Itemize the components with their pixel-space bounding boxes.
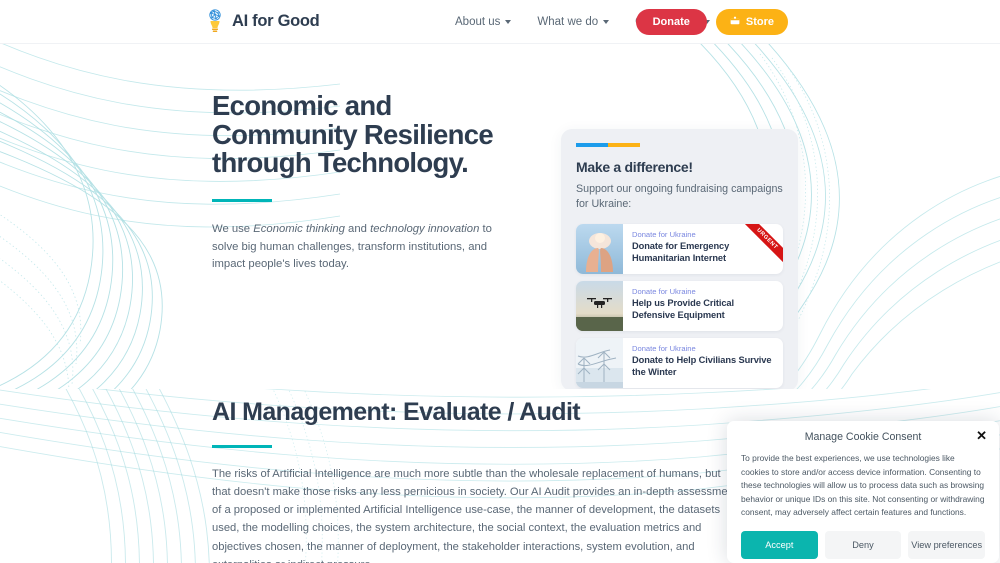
- chevron-down-icon: [603, 20, 610, 24]
- hero-paragraph-emphasis: Economic thinking: [253, 223, 345, 236]
- hero-accent-rule: [212, 198, 272, 203]
- donation-title: Help us Provide Critical Defensive Equip…: [632, 297, 734, 320]
- nav-item-what-we-do[interactable]: What we do: [537, 16, 610, 28]
- frozen-power-lines-photo: [576, 337, 623, 388]
- donate-button[interactable]: Donate: [635, 9, 707, 35]
- accent-segment-blue: [576, 143, 608, 147]
- hero-text-block: Economic and Community Resilience throug…: [212, 90, 512, 274]
- section2-paragraph: The risks of Artificial Intelligence are…: [212, 468, 737, 563]
- accent-segment-orange: [608, 143, 640, 147]
- donation-title: Donate for Emergency Humanitarian Intern…: [632, 240, 730, 263]
- hero-paragraph-part: We use: [212, 223, 254, 236]
- view-preferences-button[interactable]: View preferences: [908, 531, 986, 560]
- drone-over-field-photo: [576, 280, 623, 331]
- donate-card-subtitle: Support our ongoing fundraising campaign…: [576, 182, 783, 210]
- donate-card-title: Make a difference!: [576, 158, 693, 175]
- donation-item-body: Donate for Ukraine Help us Provide Criti…: [623, 281, 783, 331]
- store-button[interactable]: Store: [715, 9, 788, 35]
- cookie-title: Manage Cookie Consent: [804, 431, 922, 443]
- cookie-body-text: To provide the best experiences, we use …: [741, 453, 985, 518]
- hero-section: Economic and Community Resilience throug…: [0, 44, 1000, 389]
- header-actions: Donate Store: [635, 0, 788, 44]
- cookie-actions: Accept Deny View preferences: [741, 531, 986, 560]
- chevron-down-icon: [505, 20, 512, 24]
- nav-item-about-us[interactable]: About us: [455, 16, 512, 28]
- hero-heading: Economic and Community Resilience throug…: [212, 90, 494, 179]
- nav-label: What we do: [537, 16, 599, 28]
- card-accent-bar: [576, 143, 640, 147]
- close-icon[interactable]: ✕: [976, 429, 987, 442]
- section2-content: AI Management: Evaluate / Audit The risk…: [212, 398, 742, 563]
- donation-item-body: Donate for Ukraine Donate to Help Civili…: [623, 338, 783, 388]
- lightbulb-brain-icon: [205, 8, 225, 34]
- donation-kicker: Donate for Ukraine: [632, 343, 696, 353]
- section2-accent-rule: [212, 444, 272, 448]
- logo-text: AI for Good: [232, 11, 320, 30]
- donation-kicker: Donate for Ukraine: [632, 286, 696, 296]
- store-icon: [730, 16, 740, 28]
- donate-card: Make a difference! Support our ongoing f…: [561, 129, 798, 389]
- donation-list: Donate for Ukraine Donate for Emergency …: [576, 223, 783, 388]
- section2-heading: AI Management: Evaluate / Audit: [212, 398, 581, 426]
- site-header: AI for Good About us What we do Get invo…: [0, 0, 1000, 44]
- site-logo[interactable]: AI for Good: [205, 8, 320, 34]
- hero-paragraph-emphasis: technology innovation: [370, 223, 480, 236]
- donation-item[interactable]: Donate for Ukraine Donate for Emergency …: [576, 223, 783, 274]
- hands-holding-light-photo: [576, 223, 623, 274]
- page-root: AI for Good About us What we do Get invo…: [0, 0, 1000, 563]
- store-label: Store: [745, 16, 774, 28]
- hero-paragraph: We use Economic thinking and technology …: [212, 221, 512, 274]
- donation-kicker: Donate for Ukraine: [632, 229, 696, 239]
- hero-paragraph-part: and: [344, 223, 371, 236]
- donation-item[interactable]: Donate for Ukraine Help us Provide Criti…: [576, 280, 783, 331]
- donation-item[interactable]: Donate for Ukraine Donate to Help Civili…: [576, 337, 783, 388]
- donation-title: Donate to Help Civilians Survive the Win…: [632, 354, 772, 377]
- accept-button[interactable]: Accept: [741, 531, 818, 560]
- deny-button[interactable]: Deny: [824, 531, 902, 560]
- nav-label: About us: [455, 16, 501, 28]
- cookie-consent-dialog: Manage Cookie Consent ✕ To provide the b…: [727, 421, 999, 563]
- cookie-header: Manage Cookie Consent ✕: [741, 429, 987, 452]
- donation-item-body: Donate for Ukraine Donate for Emergency …: [623, 224, 783, 274]
